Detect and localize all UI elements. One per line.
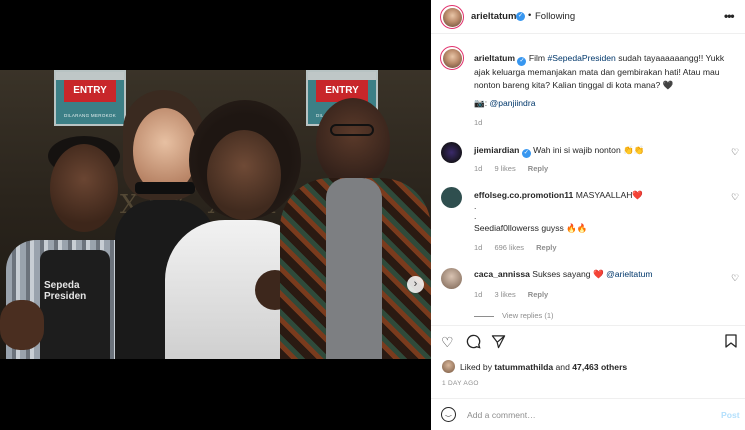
liked-by-avatar[interactable] [442, 360, 455, 373]
credit-mention[interactable]: @panjiindra [489, 98, 535, 108]
comment-item: effolseg.co.promotion11 MASYAALLAH❤️ . .… [431, 187, 745, 257]
caption-time: 1d [474, 118, 483, 127]
verified-badge-icon: ✓ [521, 149, 531, 158]
comment-likes[interactable]: 696 likes [494, 243, 524, 252]
reply-button[interactable]: Reply [528, 164, 548, 173]
like-comment-heart-icon[interactable]: ♡ [731, 192, 739, 203]
caption-text: arieltatum ✓ Film #SepedaPresiden sudah … [474, 53, 725, 90]
media-pane: ENTRY DILARANG MEROKOK ENTRY DILARANG ME… [0, 0, 431, 430]
verified-badge-icon: ✓ [517, 57, 527, 66]
like-heart-icon[interactable]: ♡ [441, 334, 454, 351]
commenter-avatar[interactable] [441, 187, 462, 208]
post-side-panel: arieltatum ✓ • Following ••• arieltatum … [431, 0, 745, 430]
liked-by-user[interactable]: tatummathilda [494, 362, 553, 372]
author-username[interactable]: arieltatum [471, 11, 516, 22]
post-photo[interactable]: ENTRY DILARANG MEROKOK ENTRY DILARANG ME… [0, 70, 431, 359]
caption: arieltatum ✓ Film #SepedaPresiden sudah … [431, 46, 745, 127]
comment-meta: 1d 9 likes Reply [474, 164, 558, 173]
reply-button[interactable]: Reply [536, 243, 556, 252]
liked-by-text: Liked by tatummathilda and 47,463 others [460, 362, 628, 372]
caption-username[interactable]: arieltatum [474, 53, 515, 63]
share-send-icon[interactable] [491, 334, 506, 352]
emoji-icon[interactable]: ‿ [441, 407, 456, 422]
caption-avatar[interactable] [440, 46, 464, 70]
comment-text: Wah ini si wajib nonton 👏👏 [533, 145, 645, 155]
comment-meta: 1d 3 likes Reply [474, 290, 558, 299]
post-header: arieltatum ✓ • Following ••• [431, 0, 745, 34]
more-options-icon[interactable]: ••• [724, 9, 735, 23]
comment-time: 1d [474, 243, 483, 252]
person-right-boy [280, 88, 431, 359]
commenter-username[interactable]: caca_annissa [474, 269, 530, 279]
comment-mention[interactable]: @arieltatum [606, 269, 652, 279]
commenter-username[interactable]: effolseg.co.promotion11 [474, 190, 573, 200]
comment-likes[interactable]: 9 likes [494, 164, 515, 173]
like-comment-heart-icon[interactable]: ♡ [731, 273, 739, 284]
commenter-avatar[interactable] [441, 142, 462, 163]
comment-text: Sukses sayang ❤️ [532, 269, 607, 279]
comment-likes[interactable]: 3 likes [494, 290, 515, 299]
commenter-avatar[interactable] [441, 268, 462, 289]
hashtag-link[interactable]: #SepedaPresiden [547, 53, 615, 63]
reply-button[interactable]: Reply [528, 290, 548, 299]
add-comment-bar: ‿ Post [431, 398, 745, 430]
save-bookmark-icon[interactable] [725, 334, 737, 351]
comment-text-line: . [474, 211, 477, 221]
separator-dot: • [528, 10, 532, 21]
post-comment-button[interactable]: Post [721, 410, 740, 420]
author-avatar[interactable] [440, 5, 464, 29]
following-button[interactable]: Following [535, 11, 575, 22]
comment-bubble-icon[interactable] [466, 334, 481, 352]
comment-meta: 1d 696 likes Reply [474, 243, 567, 252]
like-comment-heart-icon[interactable]: ♡ [731, 147, 739, 158]
comment-text-line: Seediaf0llowerss guyss 🔥🔥 [474, 223, 588, 233]
comment-item: caca_annissa Sukses sayang ❤️ @arieltatu… [431, 268, 745, 324]
verified-badge-icon: ✓ [516, 12, 525, 21]
post-timestamp[interactable]: 1 DAY AGO [442, 380, 479, 387]
carousel-next-button[interactable]: › [407, 276, 424, 293]
comment-text: MASYAALLAH❤️ [575, 190, 644, 200]
comment-time: 1d [474, 290, 483, 299]
likes-count[interactable]: 47,463 others [572, 362, 627, 372]
photo-credit: 📷: @panjiindra [474, 98, 536, 108]
camera-icon: 📷 [474, 98, 485, 108]
comment-item: jiemiardian ✓ Wah ini si wajib nonton 👏👏… [431, 142, 745, 176]
commenter-username[interactable]: jiemiardian [474, 145, 519, 155]
comment-time: 1d [474, 164, 483, 173]
comment-input[interactable] [467, 407, 707, 423]
view-replies-button[interactable]: View replies (1) [474, 311, 564, 320]
